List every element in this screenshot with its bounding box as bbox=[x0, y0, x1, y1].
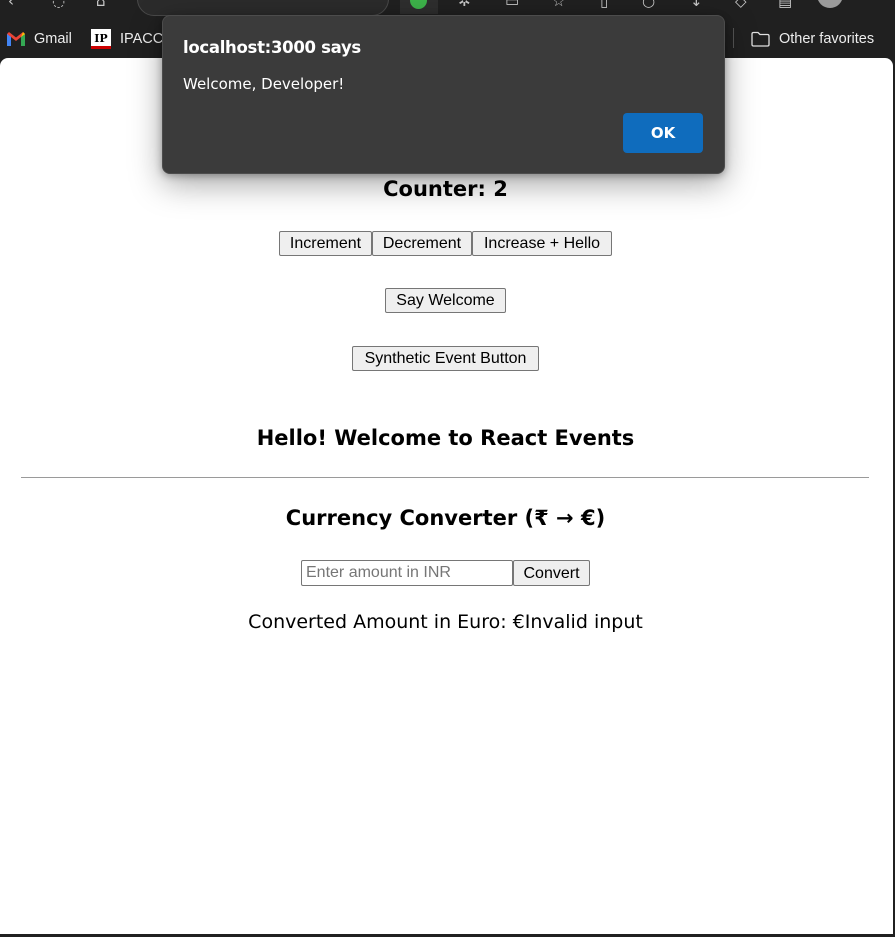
inr-amount-input[interactable] bbox=[301, 560, 513, 586]
split-screen-icon[interactable]: ▭ bbox=[505, 0, 519, 9]
page-viewport: Counter: 2 Increment Decrement Increase … bbox=[0, 58, 893, 934]
synthetic-event-button[interactable]: Synthetic Event Button bbox=[352, 346, 539, 371]
increase-hello-button[interactable]: Increase + Hello bbox=[472, 231, 612, 256]
favorites-icon[interactable]: ☆ bbox=[552, 0, 565, 9]
hello-heading: Hello! Welcome to React Events bbox=[256, 426, 635, 450]
bookmark-label: Gmail bbox=[34, 31, 72, 47]
collections-icon[interactable]: ▯ bbox=[600, 0, 608, 9]
back-icon[interactable]: ‹ bbox=[8, 0, 14, 9]
profile-avatar[interactable] bbox=[817, 0, 843, 8]
counter-heading: Counter: 2 bbox=[383, 177, 508, 201]
bookmark-ipacct[interactable]: IP IPACCT bbox=[91, 29, 172, 49]
divider bbox=[21, 477, 869, 478]
bookmarks-divider bbox=[733, 28, 734, 48]
browser-essentials-icon[interactable]: ○ bbox=[642, 0, 655, 9]
dialog-ok-button[interactable]: OK bbox=[623, 113, 703, 153]
convert-button[interactable]: Convert bbox=[513, 560, 590, 586]
settings-more-icon[interactable]: ▤ bbox=[778, 0, 792, 9]
gmail-icon bbox=[7, 32, 25, 46]
decrement-button[interactable]: Decrement bbox=[372, 231, 472, 256]
extension-icon[interactable] bbox=[400, 0, 438, 14]
address-bar[interactable] bbox=[137, 0, 389, 16]
increment-button[interactable]: Increment bbox=[279, 231, 372, 256]
say-welcome-button[interactable]: Say Welcome bbox=[385, 288, 506, 313]
home-icon[interactable]: ⌂ bbox=[96, 0, 106, 9]
ipacct-icon: IP bbox=[91, 29, 111, 49]
folder-icon bbox=[751, 31, 770, 47]
extensions-puzzle-icon[interactable]: ✲ bbox=[458, 0, 471, 9]
dialog-message: Welcome, Developer! bbox=[183, 75, 345, 93]
converted-amount-text: Converted Amount in Euro: €Invalid input bbox=[248, 611, 643, 633]
refresh-icon[interactable]: ◌ bbox=[52, 0, 65, 9]
currency-converter-title: Currency Converter (₹ → €) bbox=[285, 506, 606, 530]
alert-dialog: localhost:3000 says Welcome, Developer! … bbox=[162, 15, 725, 174]
bookmark-label: Other favorites bbox=[779, 31, 875, 47]
bookmark-other-favorites[interactable]: Other favorites bbox=[751, 29, 874, 49]
downloads-icon[interactable]: ↓ bbox=[690, 0, 703, 9]
bookmark-gmail[interactable]: Gmail bbox=[7, 29, 72, 49]
copilot-icon[interactable]: ◇ bbox=[735, 0, 747, 9]
dialog-title: localhost:3000 says bbox=[183, 38, 361, 57]
